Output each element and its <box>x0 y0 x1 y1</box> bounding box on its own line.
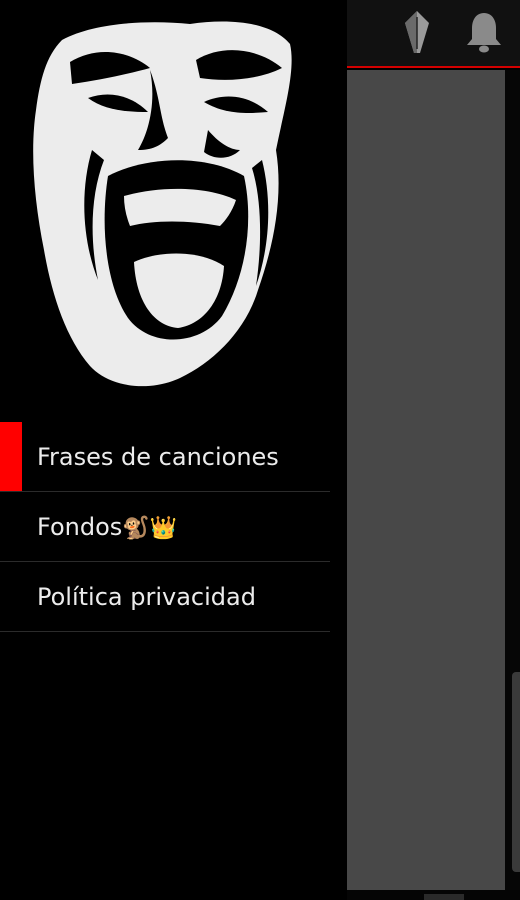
menu-item-label: Frases de canciones <box>37 442 279 471</box>
app-screen: Frases de canciones Fondos🐒👑 Política pr… <box>0 0 520 900</box>
active-indicator <box>0 422 22 491</box>
bottom-nav-nub <box>424 894 464 900</box>
drawer-header <box>0 0 347 420</box>
drawer-menu: Frases de canciones Fondos🐒👑 Política pr… <box>0 422 330 632</box>
screaming-face-logo <box>33 21 292 387</box>
menu-item-fondos[interactable]: Fondos🐒👑 <box>0 492 330 562</box>
emoji-icons: 🐒👑 <box>122 515 178 541</box>
menu-item-label: Política privacidad <box>37 582 256 611</box>
menu-item-politica-privacidad[interactable]: Política privacidad <box>0 562 330 632</box>
content-panel <box>347 70 505 890</box>
scrollbar-handle[interactable] <box>512 672 520 872</box>
navigation-drawer: Frases de canciones Fondos🐒👑 Política pr… <box>0 0 347 900</box>
pen-nib-icon[interactable] <box>397 8 437 56</box>
menu-item-label: Fondos🐒👑 <box>37 512 178 541</box>
menu-item-frases-de-canciones[interactable]: Frases de canciones <box>0 422 330 492</box>
bell-icon[interactable] <box>464 8 504 56</box>
